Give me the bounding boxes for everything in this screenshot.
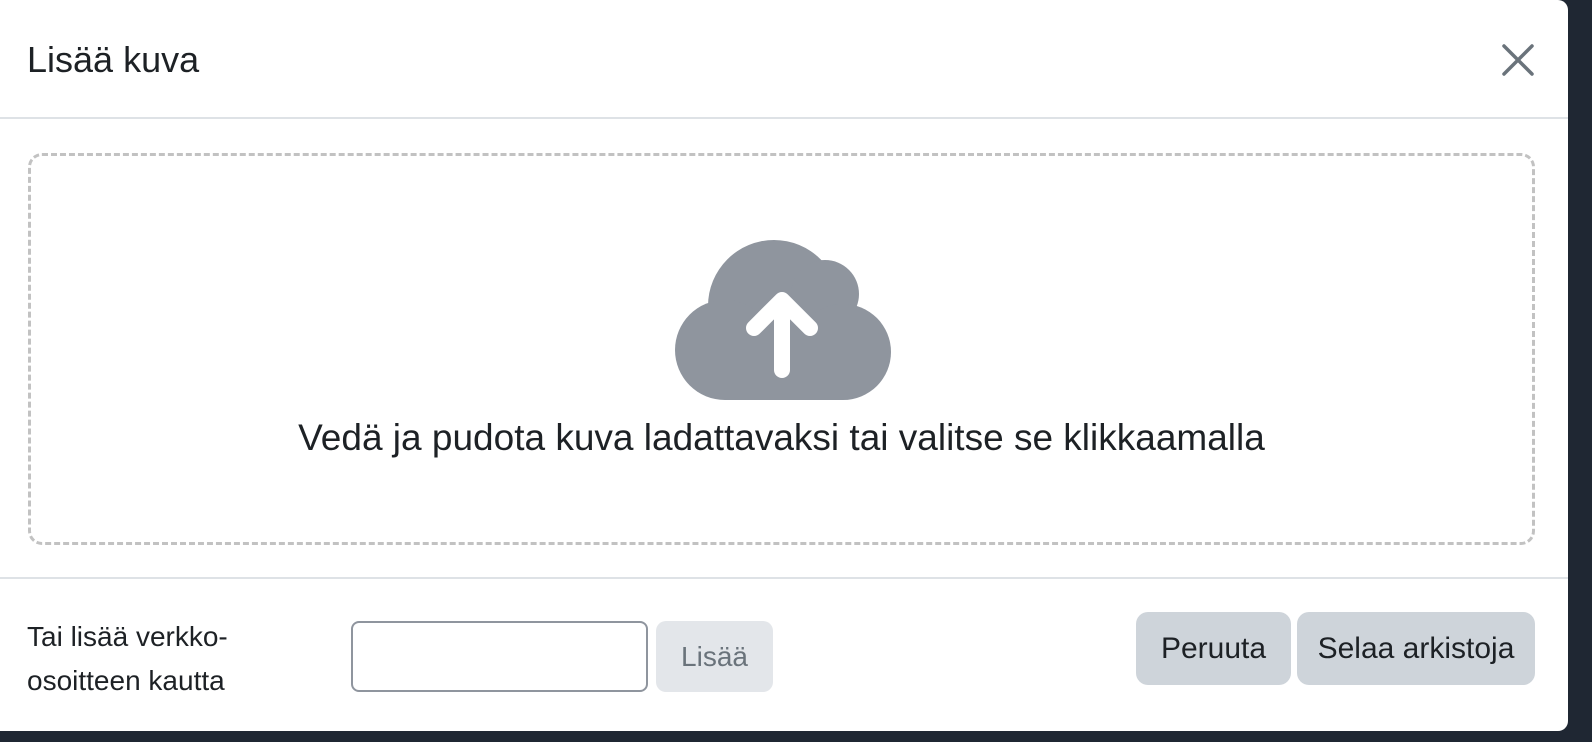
close-button[interactable] <box>1496 38 1540 82</box>
url-label-line1: Tai lisää verkko- <box>27 621 228 652</box>
close-icon <box>1502 44 1534 76</box>
add-url-button[interactable]: Lisää <box>656 621 773 692</box>
dropzone-instructions: Vedä ja pudota kuva ladattavaksi tai val… <box>298 417 1265 458</box>
image-dropzone[interactable]: Vedä ja pudota kuva ladattavaksi tai val… <box>28 153 1535 545</box>
dialog-body: Vedä ja pudota kuva ladattavaksi tai val… <box>0 119 1568 579</box>
url-label: Tai lisää verkko- osoitteen kautta <box>27 615 327 703</box>
dialog-footer: Tai lisää verkko- osoitteen kautta Lisää… <box>0 577 1568 731</box>
url-label-line2: osoitteen kautta <box>27 665 225 696</box>
dialog-header: Lisää kuva <box>0 0 1568 119</box>
browse-repositories-button[interactable]: Selaa arkistoja <box>1297 612 1535 685</box>
dialog-title: Lisää kuva <box>27 39 200 80</box>
insert-image-dialog: Lisää kuva Vedä ja pudota kuva ladattava… <box>0 0 1568 731</box>
cancel-button[interactable]: Peruuta <box>1136 612 1291 685</box>
url-input[interactable] <box>351 621 648 692</box>
cloud-upload-icon <box>675 240 891 400</box>
